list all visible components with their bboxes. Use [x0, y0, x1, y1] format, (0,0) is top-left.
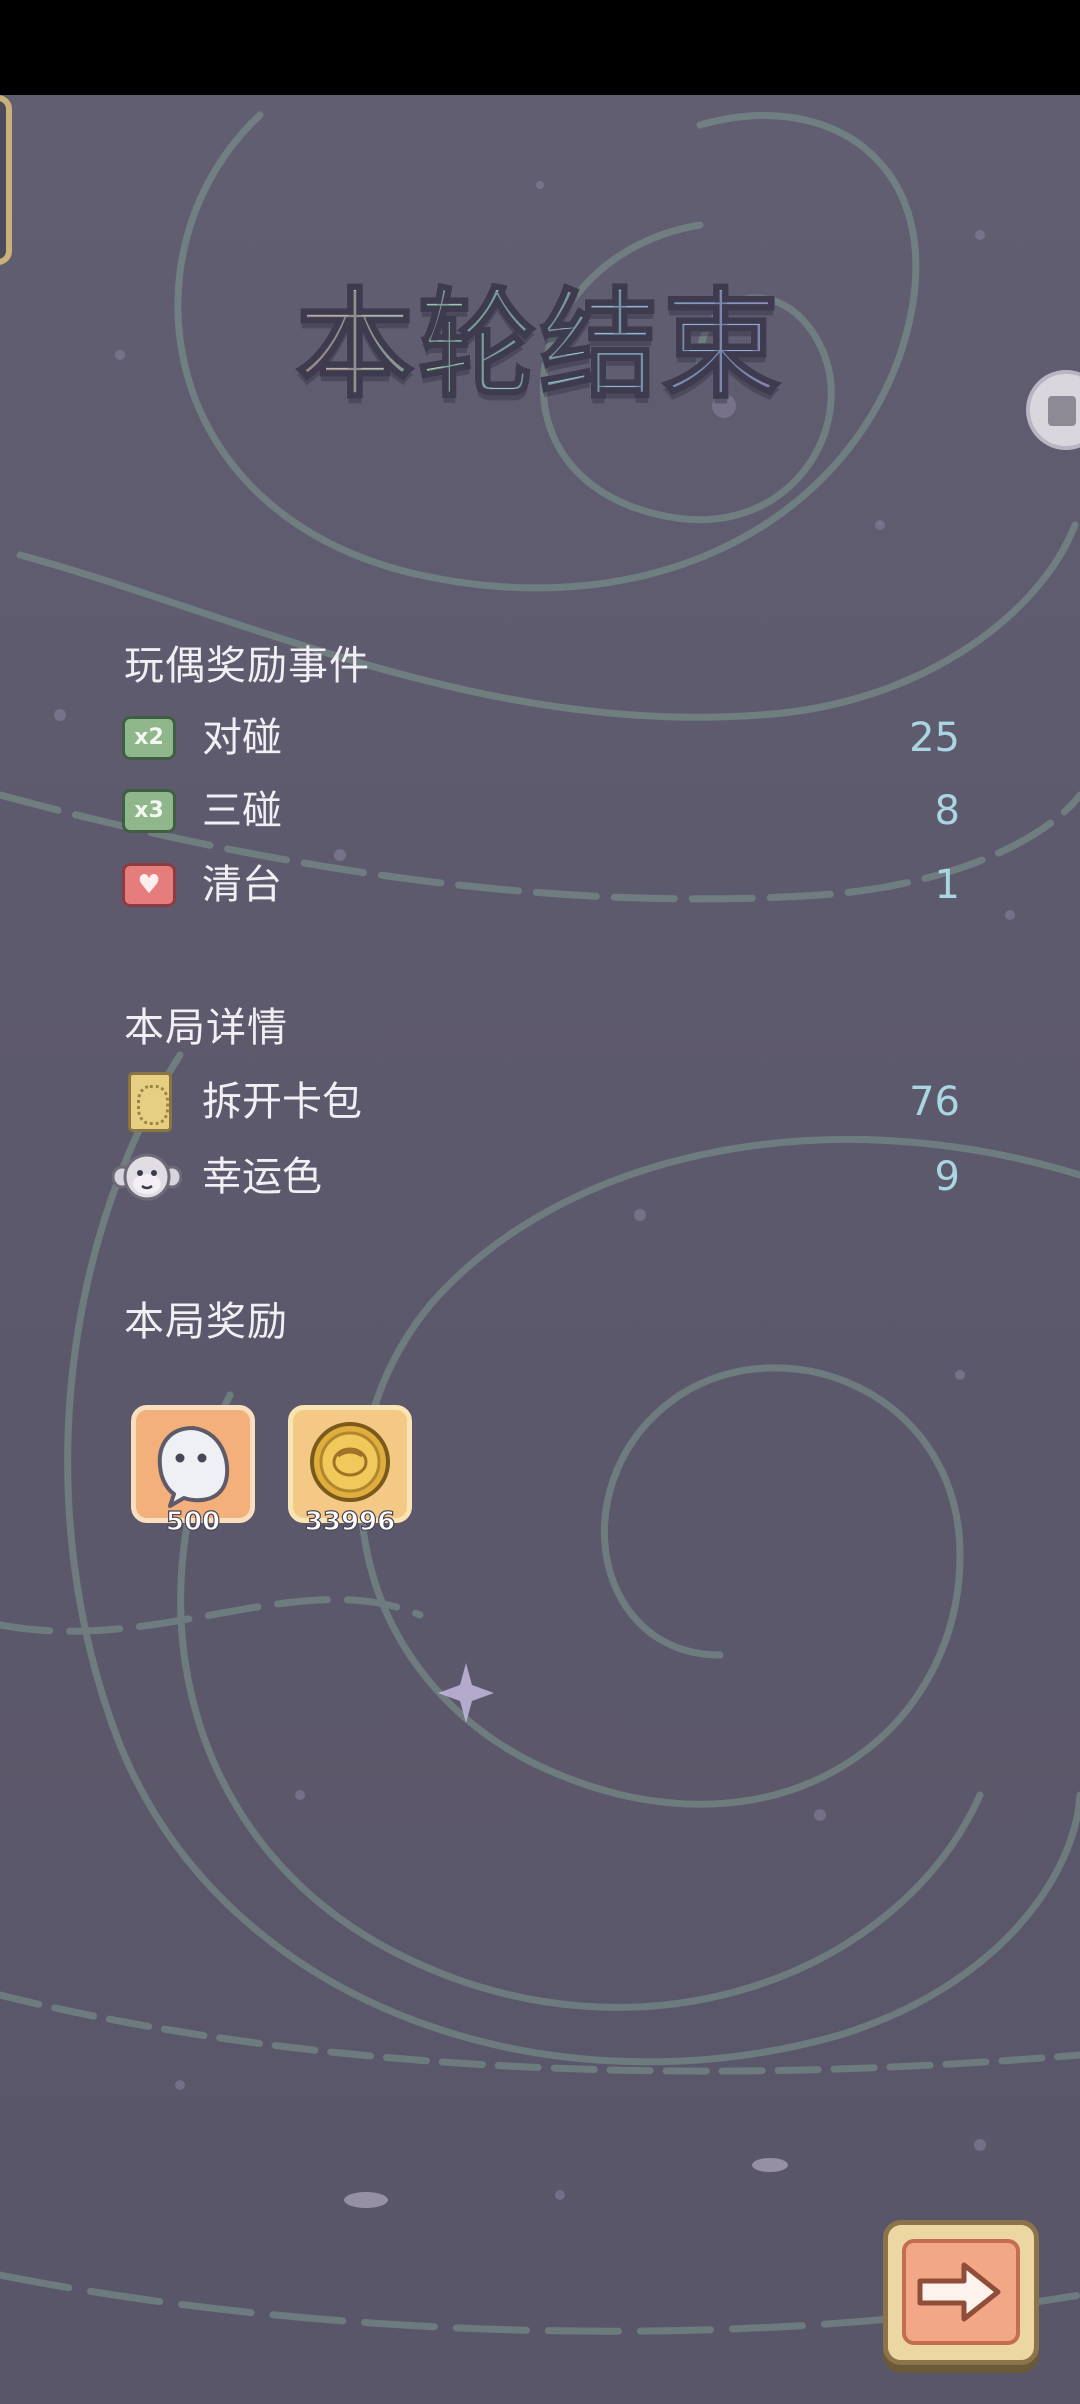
round-end-title: 本轮结束 [0, 270, 1080, 420]
stat-value: 25 [909, 715, 960, 761]
game-screen: 本轮结束 玩偶奖励事件 x2 对碰 25 x3 三碰 8 ♥ 清台 1 本局详情… [0, 0, 1080, 2404]
stat-row-lucky-color: 幸运色 9 [111, 1147, 960, 1207]
x2-badge-icon: x2 [122, 716, 176, 760]
next-arrow-button[interactable] [883, 2220, 1039, 2365]
reward-coin-card[interactable] [288, 1405, 412, 1523]
stat-value: 76 [909, 1079, 960, 1125]
round-rewards-heading: 本局奖励 [124, 1299, 288, 1345]
reward-coin-amount: 33996 [304, 1506, 396, 1537]
stat-value: 1 [934, 862, 960, 908]
gold-coin-icon [310, 1422, 390, 1502]
left-edge-tab[interactable] [0, 95, 12, 265]
stat-row-clear: ♥ 清台 1 [120, 855, 960, 915]
stat-row-pair: x2 对碰 25 [120, 708, 960, 768]
stat-label: 拆开卡包 [202, 1079, 362, 1125]
stat-row-packs-opened: 拆开卡包 76 [120, 1072, 960, 1132]
stat-label: 对碰 [202, 715, 282, 761]
stat-label: 清台 [202, 862, 282, 908]
game-area: 本轮结束 [0, 95, 1080, 2404]
x3-badge-icon: x3 [122, 789, 176, 833]
stat-value: 9 [934, 1154, 960, 1200]
stat-label: 幸运色 [202, 1154, 322, 1200]
stat-row-triple: x3 三碰 8 [120, 781, 960, 841]
doll-events-heading: 玩偶奖励事件 [124, 643, 370, 689]
right-arrow-icon [917, 2262, 1001, 2322]
ghost-speech-bubble-icon [157, 1426, 230, 1508]
stat-label: 三碰 [202, 788, 282, 834]
round-details-heading: 本局详情 [124, 1005, 288, 1051]
heart-badge-icon: ♥ [122, 863, 176, 907]
monkey-face-icon [111, 1151, 183, 1203]
card-pack-icon [128, 1072, 172, 1132]
status-bar [0, 0, 1080, 95]
reward-ghost-card[interactable] [131, 1405, 255, 1523]
reward-ghost-amount: 500 [165, 1506, 221, 1537]
swirl-background [0, 111, 1080, 2335]
stat-value: 8 [934, 788, 960, 834]
